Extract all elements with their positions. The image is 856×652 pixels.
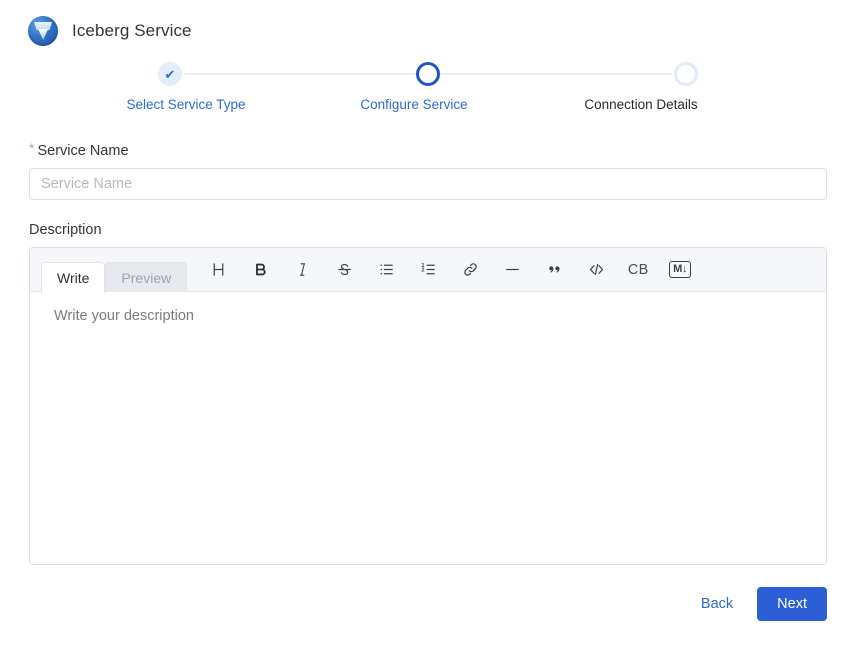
page-header: Iceberg Service — [0, 0, 856, 48]
svg-text:2: 2 — [421, 268, 424, 274]
bulleted-list-icon[interactable] — [365, 255, 407, 285]
stepper-node-connection-details[interactable] — [674, 62, 698, 86]
editor-toolbar-buttons: 1 2 — [197, 255, 701, 285]
service-name-input[interactable] — [29, 168, 827, 200]
inline-code-icon[interactable] — [575, 255, 617, 285]
strikethrough-icon[interactable] — [323, 255, 365, 285]
page-title: Iceberg Service — [72, 21, 192, 41]
stepper-labels: Select Service Type Configure Service Co… — [0, 97, 856, 117]
markdown-badge-label: M↓ — [669, 261, 691, 277]
blockquote-icon[interactable] — [533, 255, 575, 285]
description-markdown-editor: Write Preview — [29, 247, 827, 565]
description-label: Description — [29, 222, 827, 238]
editor-toolbar: Write Preview — [30, 248, 826, 292]
stepper-node-select-service-type[interactable]: ✔ — [158, 62, 182, 86]
configure-service-form: *Service Name Description Write Preview — [0, 140, 856, 565]
back-button[interactable]: Back — [687, 588, 747, 620]
tab-preview[interactable]: Preview — [105, 262, 187, 292]
wizard-footer: Back Next — [0, 565, 856, 621]
service-name-label: *Service Name — [29, 140, 827, 159]
wizard-stepper: ✔ Select Service Type Configure Service … — [0, 62, 856, 118]
code-block-icon[interactable]: CB — [617, 255, 659, 285]
stepper-track: ✔ — [158, 62, 698, 86]
required-asterisk-icon: * — [29, 140, 34, 156]
tab-write[interactable]: Write — [41, 262, 105, 293]
iceberg-logo-icon — [28, 16, 58, 46]
stepper-label-connection-details[interactable]: Connection Details — [584, 97, 697, 112]
italic-icon[interactable] — [281, 255, 323, 285]
bold-icon[interactable] — [239, 255, 281, 285]
markdown-icon[interactable]: M↓ — [659, 255, 701, 285]
check-icon: ✔ — [165, 68, 176, 81]
numbered-list-icon[interactable]: 1 2 — [407, 255, 449, 285]
heading-icon[interactable] — [197, 255, 239, 285]
next-button[interactable]: Next — [757, 587, 827, 621]
stepper-node-configure-service[interactable] — [416, 62, 440, 86]
stepper-label-configure-service[interactable]: Configure Service — [360, 97, 467, 112]
service-name-label-text: Service Name — [37, 143, 128, 159]
horizontal-rule-icon[interactable] — [491, 255, 533, 285]
description-textarea[interactable]: Write your description — [30, 292, 826, 340]
stepper-label-select-service-type[interactable]: Select Service Type — [126, 97, 245, 112]
link-icon[interactable] — [449, 255, 491, 285]
